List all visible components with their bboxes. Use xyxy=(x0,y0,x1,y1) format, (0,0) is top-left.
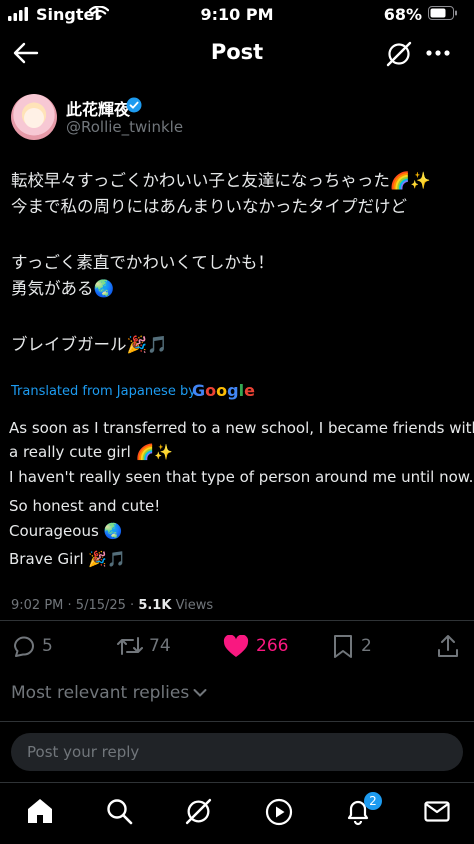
reply-count[interactable]: 5 xyxy=(42,636,53,656)
repost-count[interactable]: 74 xyxy=(149,636,171,656)
status-bar: Singtel 9:10 PM 68% xyxy=(0,0,474,28)
post-text-line: 今まで私の周りにはあんまりいなかったタイプだけど xyxy=(11,197,407,216)
post-text-line: ブレイブガール🎉🎵 xyxy=(11,335,168,354)
translation-line: So honest and cute! xyxy=(9,497,161,515)
chevron-down-icon[interactable] xyxy=(193,688,207,698)
views-label: Views xyxy=(175,598,214,613)
messages-envelope-icon[interactable] xyxy=(424,801,450,822)
post-text-line: すっごく素直でかわいくてしかも！ xyxy=(11,253,274,272)
reply-icon[interactable] xyxy=(11,634,37,658)
author-handle[interactable]: @Rollie_twinkle xyxy=(66,118,183,136)
repost-icon[interactable] xyxy=(116,634,144,658)
share-icon[interactable] xyxy=(437,634,459,658)
more-options-icon[interactable] xyxy=(426,50,450,56)
replies-sort-label: Most relevant replies xyxy=(11,683,190,703)
like-count[interactable]: 266 xyxy=(256,636,288,656)
grok-tab-icon[interactable] xyxy=(184,797,213,826)
translation-line: As soon as I transferred to a new school… xyxy=(9,419,474,437)
author-name[interactable]: 此花輝夜 xyxy=(66,96,130,120)
verified-badge-icon xyxy=(126,97,142,113)
bookmark-icon[interactable] xyxy=(333,634,353,659)
replies-sort-dropdown[interactable]: Most relevant replies xyxy=(11,683,189,703)
post-text-line: 勇気がある🌏 xyxy=(11,279,115,298)
translation-line: I haven't really seen that type of perso… xyxy=(9,468,474,486)
translated-from-label[interactable]: Translated from Japanese by xyxy=(11,384,196,399)
post-text-line: 転校早々すっごくかわいい子と友達になっちゃった🌈✨ xyxy=(11,171,431,190)
search-icon[interactable] xyxy=(106,798,133,825)
google-logo: Google xyxy=(192,381,255,400)
bottom-tab-bar xyxy=(0,782,474,844)
bookmark-count[interactable]: 2 xyxy=(361,636,372,656)
divider xyxy=(0,721,474,722)
grok-icon[interactable] xyxy=(385,40,413,68)
post-meta: 9:02 PM · 5/15/25 · 5.1K Views xyxy=(11,598,214,613)
battery-icon xyxy=(428,6,457,20)
translation-line: Courageous 🌏 xyxy=(9,522,123,540)
post-time: 9:02 PM xyxy=(11,598,64,613)
views-count: 5.1K xyxy=(138,598,172,613)
reply-input-placeholder[interactable]: Post your reply xyxy=(27,743,139,761)
translation-line: a really cute girl 🌈✨ xyxy=(9,443,173,461)
battery-percent: 68% xyxy=(383,5,422,24)
video-play-icon[interactable] xyxy=(265,798,293,826)
like-heart-icon[interactable] xyxy=(223,635,249,658)
post-date: 5/15/25 xyxy=(75,598,126,613)
translation-line: Brave Girl 🎉🎵 xyxy=(9,550,126,568)
avatar[interactable] xyxy=(11,94,57,140)
home-icon[interactable] xyxy=(26,798,54,824)
notifications-badge: 2 xyxy=(364,792,382,810)
divider xyxy=(0,620,474,621)
